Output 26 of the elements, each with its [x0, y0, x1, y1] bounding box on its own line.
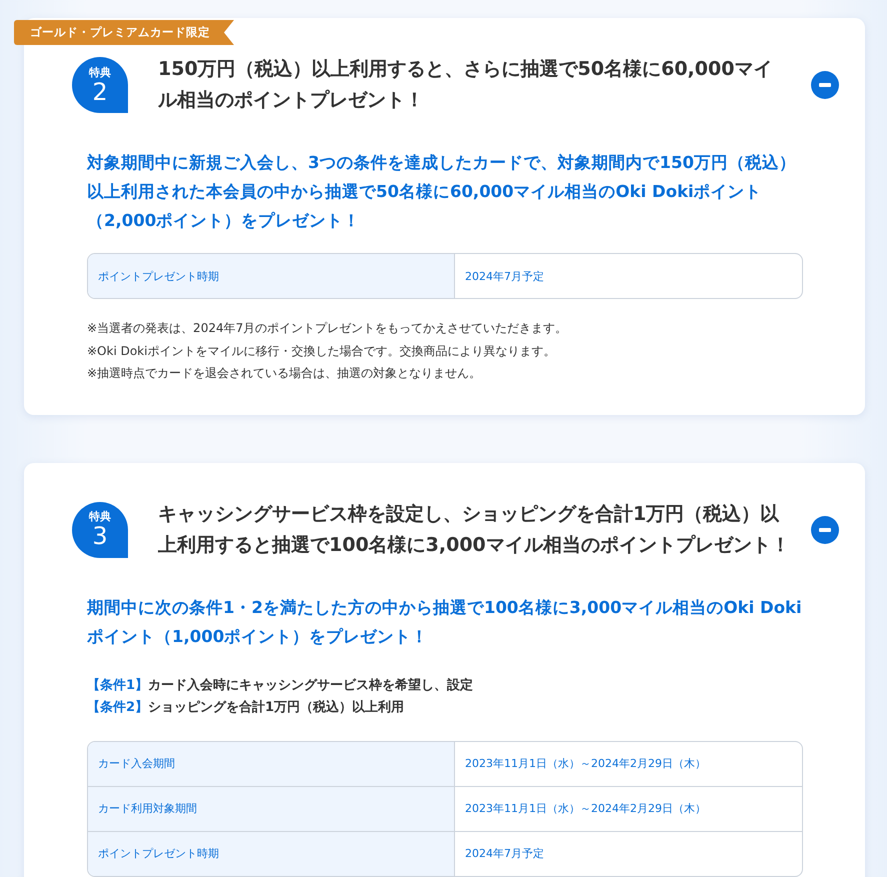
- table-cell-text: 2024年7月予定: [464, 846, 545, 862]
- table-cell-text: 2024年7月予定: [464, 268, 545, 284]
- condition-label: 【条件2】: [87, 700, 148, 714]
- badge-label: 特典: [89, 510, 111, 523]
- collapse-button[interactable]: [811, 516, 839, 544]
- card-title: キャッシングサービス枠を設定し、ショッピングを合計1万円（税込）以上利用すると抽選で100名様に3,000マイル相当のポイントプレゼント！: [158, 502, 791, 558]
- lead-text: 期間中に次の条件1・2を満たした方の中から抽選で100名様に3,000マイル相当のOki Dokiポイント（1,000ポイント）をプレゼント！: [87, 596, 803, 648]
- note-text: ※当選者の発表は、2024年7月のポイントプレゼントをもってかえさせていただきます。: [87, 320, 568, 337]
- card-title: 150万円（税込）以上利用すると、さらに抽選で50名様に60,000マイル相当のポイントプレゼント！: [158, 57, 774, 113]
- ribbon-tag: ゴールド・プレミアムカード限定: [14, 20, 234, 45]
- badge-number: 3: [92, 523, 108, 549]
- badge-label: 特典: [89, 66, 111, 78]
- condition-label: 【条件1】: [87, 678, 148, 692]
- table-header-cell: ポイントプレゼント時期: [88, 832, 455, 876]
- condition-text: カード入会時にキャッシングサービス枠を希望し、設定: [148, 678, 474, 692]
- condition-text: ショッピングを合計1万円（税込）以上利用: [148, 700, 404, 714]
- table-header-cell: ポイントプレゼント時期: [88, 254, 455, 298]
- lead-text: 対象期間中に新規ご入会し、3つの条件を達成したカードで、対象期間内で150万円（税込）以上利用された本会員の中から抽選で50名様に60,000マイル相当のOki Dokiポイント（2,000ポイント）をプレゼント！: [87, 152, 797, 232]
- table-cell-text: 2023年11月1日（水）～2024年2月29日（木）: [464, 801, 707, 817]
- badge-number: 2: [92, 78, 108, 104]
- note-text: ※Oki Dokiポイントをマイルに移行・交換した場合です。交換商品により異なります。: [87, 342, 556, 360]
- table-cell-text: 2023年11月1日（水）～2024年2月29日（木）: [464, 756, 707, 772]
- note-text: ※抽選時点でカードを退会されている場合は、抽選の対象となりません。: [87, 365, 482, 382]
- table-header-cell: カード入会期間: [88, 742, 455, 786]
- table-header-cell: カード利用対象期間: [88, 786, 455, 830]
- collapse-button[interactable]: [811, 71, 839, 99]
